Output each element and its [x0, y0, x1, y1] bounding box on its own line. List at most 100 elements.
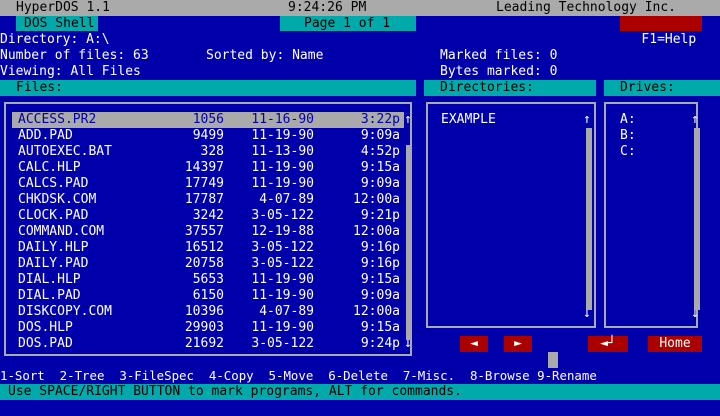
file-date: 11-19-90 [251, 288, 314, 303]
file-size: 20758 [184, 256, 224, 271]
directories-scroll-down-icon[interactable]: ↓ [583, 306, 591, 322]
file-date: 3-05-122 [251, 240, 314, 255]
file-row[interactable]: COMMAND.COM 37557 12-19-88 12:00a [12, 224, 404, 240]
drive-item-c[interactable]: C: [620, 144, 636, 160]
directory-info: Directory: A:\ [0, 32, 110, 47]
directories-scrollbar[interactable] [586, 128, 592, 310]
files-scroll-up-icon[interactable]: ↑ [404, 112, 412, 128]
home-button[interactable]: Home [648, 336, 702, 352]
file-time: 12:00a [353, 192, 400, 207]
file-row[interactable]: DIAL.PAD 6150 11-19-90 9:09a [12, 288, 404, 304]
file-row[interactable]: DIAL.HLP 5653 11-19-90 9:15a [12, 272, 404, 288]
file-date: 11-13-90 [251, 144, 314, 159]
function-key-bar[interactable]: 1-Sort 2-Tree 3-FileSpec 4-Copy 5-Move 6… [0, 368, 597, 384]
file-name: CHKDSK.COM [18, 192, 97, 207]
file-time: 9:16p [360, 240, 400, 255]
file-name: CLOCK.PAD [18, 208, 89, 223]
files-scrollbar[interactable] [406, 145, 412, 340]
dos-shell-label[interactable]: DOS Shell [16, 16, 98, 31]
left-arrow-icon: ◄ [470, 336, 478, 351]
marked-files-info: Marked files: 0 [440, 48, 558, 63]
file-row[interactable]: CALCS.PAD 17749 11-19-90 9:09a [12, 176, 404, 192]
file-time: 12:00a [353, 304, 400, 319]
drives-scroll-down-icon[interactable]: ↓ [691, 306, 699, 322]
file-size: 16512 [184, 240, 224, 255]
file-row[interactable]: DISKCOPY.COM 10396 4-07-89 12:00a [12, 304, 404, 320]
enter-arrow-icon: ◄┘ [600, 336, 616, 351]
drive-item-b[interactable]: B: [620, 128, 636, 144]
file-time: 9:24p [360, 336, 400, 351]
right-arrow-icon: ► [514, 336, 522, 351]
file-row[interactable]: AUTOEXEC.BAT 328 11-13-90 4:52p [12, 144, 404, 160]
file-time: 12:00a [353, 224, 400, 239]
file-size: 5653 [192, 272, 224, 287]
file-size: 6150 [192, 288, 224, 303]
file-date: 11-19-90 [251, 272, 314, 287]
file-row[interactable]: DOS.PAD 21692 3-05-122 9:24p [12, 336, 404, 352]
nav-left-button[interactable]: ◄ [460, 336, 488, 352]
drives-header: Drives: [604, 80, 720, 96]
directories-header: Directories: [424, 80, 596, 96]
file-date: 4-07-89 [259, 192, 314, 207]
dos-shell-text: DOS Shell [24, 16, 95, 31]
file-size: 10396 [184, 304, 224, 319]
file-name: DOS.HLP [18, 320, 73, 335]
help-button[interactable]: F1=Help [620, 16, 702, 47]
file-name: ADD.PAD [18, 128, 73, 143]
file-time: 9:21p [360, 208, 400, 223]
file-name: DIAL.PAD [18, 288, 81, 303]
file-row[interactable]: ADD.PAD 9499 11-19-90 9:09a [12, 128, 404, 144]
file-date: 11-19-90 [251, 176, 314, 191]
title-bar: HyperDOS 1.1 9:24:26 PM Leading Technolo… [0, 0, 720, 16]
file-row[interactable]: CHKDSK.COM 17787 4-07-89 12:00a [12, 192, 404, 208]
file-row[interactable]: DOS.HLP 29903 11-19-90 9:15a [12, 320, 404, 336]
file-date: 3-05-122 [251, 256, 314, 271]
directories-scroll-up-icon[interactable]: ↑ [583, 112, 591, 128]
app-name: HyperDOS 1.1 [16, 0, 110, 15]
file-row[interactable]: ACCESS.PR2 1056 11-16-90 3:22p [12, 112, 404, 128]
file-size: 9499 [192, 128, 224, 143]
drive-item-a[interactable]: A: [620, 112, 636, 128]
sorted-by-info: Sorted by: Name [206, 48, 324, 63]
files-scroll-down-icon[interactable]: ↓ [404, 336, 412, 352]
file-name: CALCS.PAD [18, 176, 89, 191]
file-size: 17749 [184, 176, 224, 191]
file-date: 11-19-90 [251, 128, 314, 143]
file-date: 11-16-90 [251, 112, 314, 127]
files-header-label: Files: [16, 80, 63, 95]
file-date: 3-05-122 [251, 336, 314, 351]
drives-panel [604, 102, 698, 328]
files-header: Files: [0, 80, 416, 96]
back-button[interactable]: ◄┘ [588, 336, 628, 352]
file-row[interactable]: DAILY.HLP 16512 3-05-122 9:16p [12, 240, 404, 256]
file-date: 11-19-90 [251, 160, 314, 175]
nav-right-button[interactable]: ► [504, 336, 532, 352]
file-name: CALC.HLP [18, 160, 81, 175]
file-name: DIAL.HLP [18, 272, 81, 287]
directory-item[interactable]: EXAMPLE [441, 112, 496, 128]
file-time: 9:09a [360, 176, 400, 191]
drives-scrollbar[interactable] [694, 128, 700, 310]
file-date: 11-19-90 [251, 320, 314, 335]
file-row[interactable]: CALC.HLP 14397 11-19-90 9:15a [12, 160, 404, 176]
clock-time: 9:24:26 PM [288, 0, 367, 15]
viewing-info: Viewing: All Files [0, 64, 141, 79]
directories-header-label: Directories: [440, 80, 534, 95]
file-name: ACCESS.PR2 [18, 112, 97, 127]
file-row[interactable]: DAILY.PAD 20758 3-05-122 9:16p [12, 256, 404, 272]
file-count-info: Number of files: 63 [0, 48, 149, 63]
file-date: 3-05-122 [251, 208, 314, 223]
bytes-marked-info: Bytes marked: 0 [440, 64, 558, 79]
home-button-label: Home [659, 336, 691, 351]
file-size: 21692 [184, 336, 224, 351]
directories-panel [426, 102, 596, 328]
file-date: 4-07-89 [259, 304, 314, 319]
file-row[interactable]: CLOCK.PAD 3242 3-05-122 9:21p [12, 208, 404, 224]
drives-scroll-up-icon[interactable]: ↑ [691, 112, 699, 128]
file-name: DAILY.HLP [18, 240, 89, 255]
file-time: 3:22p [360, 112, 400, 127]
company-name: Leading Technology Inc. [496, 0, 677, 15]
status-text: Use SPACE/RIGHT BUTTON to mark programs,… [8, 384, 462, 399]
file-name: DAILY.PAD [18, 256, 89, 271]
file-size: 14397 [184, 160, 224, 175]
